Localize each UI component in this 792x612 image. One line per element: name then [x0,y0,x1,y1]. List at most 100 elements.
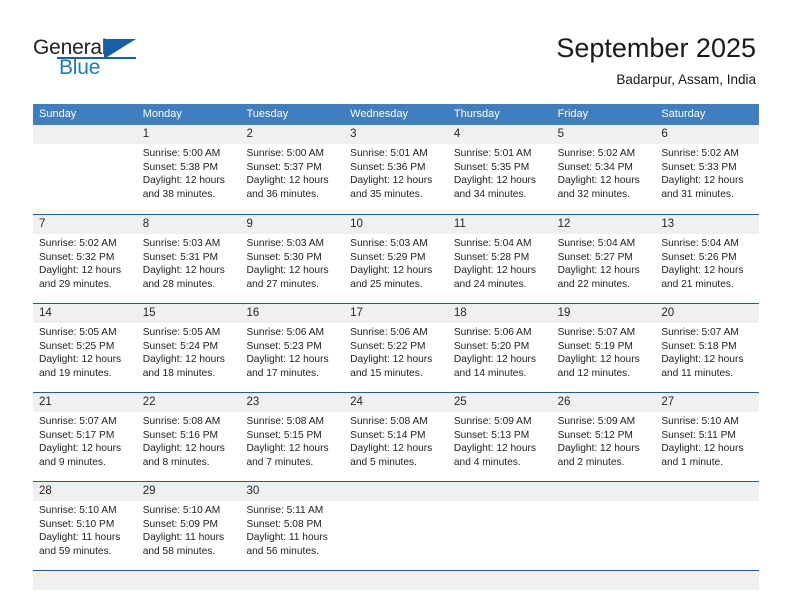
day-detail-line: Sunset: 5:31 PM [142,251,219,263]
day-details: Sunrise: 5:03 AM Sunset: 5:29 PM Daylight:… [344,234,448,291]
calendar-day-cell-14[interactable]: 14 Sunrise: 5:05 AM Sunset: 5:25 PM Dayligh… [33,304,137,392]
day-of-week-header-row: Sunday Monday Tuesday Wednesday Thursday Frid… [33,104,759,125]
calendar-day-cell-empty [447,482,552,570]
calendar-day-cell-19[interactable]: 19 Sunrise: 5:07 AM Sunset: 5:19 PM Dayligh… [551,304,656,392]
day-detail-line: Daylight: 12 hours [39,265,122,277]
day-detail-line: Sunset: 5:10 PM [39,518,115,530]
calendar-day-cell-25[interactable]: 25 Sunrise: 5:09 AM Sunset: 5:13 PM Dayligh… [447,393,552,481]
calendar-day-cell-9[interactable]: 9 Sunrise: 5:03 AM Sunset: 5:30 PM Daylight… [240,215,345,303]
day-number-band: 9 [240,215,345,234]
day-detail-line: Sunrise: 5:08 AM [350,416,428,427]
calendar-day-cell-16[interactable]: 16 Sunrise: 5:06 AM Sunset: 5:23 PM Dayligh… [240,304,345,392]
day-number: 26 [557,396,571,408]
day-detail-line: Daylight: 12 hours [661,354,744,366]
calendar-day-cell-17[interactable]: 17 Sunrise: 5:06 AM Sunset: 5:22 PM Dayligh… [344,304,448,392]
day-detail-line: Sunset: 5:28 PM [453,251,530,263]
general-blue-triangle-logo-icon [104,39,136,59]
day-detail-line: and 17 minutes. [246,367,319,379]
calendar-day-cell-11[interactable]: 11 Sunrise: 5:04 AM Sunset: 5:28 PM Dayligh… [447,215,552,303]
day-details [33,144,137,147]
page-title: September 2025 [556,33,756,63]
calendar-day-cell-4[interactable]: 4 Sunrise: 5:01 AM Sunset: 5:35 PM Daylight… [447,125,552,214]
day-number: 11 [453,218,466,230]
day-details: Sunrise: 5:06 AM Sunset: 5:22 PM Daylight:… [344,323,448,380]
calendar-day-cell-5[interactable]: 5 Sunrise: 5:02 AM Sunset: 5:34 PM Daylight… [551,125,656,214]
day-details: Sunrise: 5:06 AM Sunset: 5:20 PM Daylight:… [448,323,552,380]
calendar-day-cell-2[interactable]: 2 Sunrise: 5:00 AM Sunset: 5:37 PM Daylight… [240,125,345,214]
calendar-day-cell-7[interactable]: 7 Sunrise: 5:02 AM Sunset: 5:32 PM Daylight… [33,215,137,303]
day-detail-line: Sunset: 5:22 PM [350,340,426,352]
day-detail-line: Daylight: 12 hours [557,354,640,366]
calendar-day-cell-15[interactable]: 15 Sunrise: 5:05 AM Sunset: 5:24 PM Dayligh… [136,304,241,392]
day-detail-line: Sunset: 5:38 PM [142,161,219,173]
calendar-day-cell-empty [655,482,760,570]
calendar-day-cell-3[interactable]: 3 Sunrise: 5:01 AM Sunset: 5:36 PM Daylight… [344,125,448,214]
day-detail-line: Daylight: 12 hours [661,265,744,277]
day-number-band: 13 [655,215,760,234]
day-number: 15 [142,307,156,319]
day-detail-line: Sunrise: 5:08 AM [142,416,221,427]
calendar-day-cell-8[interactable]: 8 Sunrise: 5:03 AM Sunset: 5:31 PM Daylight… [136,215,241,303]
calendar-day-cell-24[interactable]: 24 Sunrise: 5:08 AM Sunset: 5:14 PM Dayligh… [344,393,448,481]
calendar-day-cell-1[interactable]: 1 Sunrise: 5:00 AM Sunset: 5:38 PM Daylight… [136,125,241,214]
day-detail-line: and 56 minutes. [246,545,319,557]
calendar-day-cell-6[interactable]: 6 Sunrise: 5:02 AM Sunset: 5:33 PM Daylight… [655,125,760,214]
calendar-week-row: 28 Sunrise: 5:10 AM Sunset: 5:10 PM Dayligh… [33,481,760,570]
day-details [448,501,552,504]
day-detail-line: Sunset: 5:12 PM [557,429,633,441]
day-details: Sunrise: 5:04 AM Sunset: 5:27 PM Daylight:… [552,234,656,291]
calendar-bottom-band [33,571,759,590]
calendar-day-cell-29[interactable]: 29 Sunrise: 5:10 AM Sunset: 5:09 PM Dayligh… [136,482,241,570]
day-detail-line: and 27 minutes. [246,278,319,290]
day-detail-line: Sunset: 5:32 PM [39,251,115,263]
calendar-day-cell-27[interactable]: 27 Sunrise: 5:10 AM Sunset: 5:11 PM Dayligh… [655,393,760,481]
day-details: Sunrise: 5:03 AM Sunset: 5:31 PM Daylight:… [137,234,241,291]
day-details: Sunrise: 5:02 AM Sunset: 5:32 PM Daylight:… [33,234,137,291]
day-detail-line: Sunrise: 5:07 AM [557,327,636,338]
day-detail-line: and 58 minutes. [142,545,216,557]
day-number: 3 [350,128,357,140]
day-detail-line: Sunset: 5:33 PM [661,161,737,173]
day-detail-line: Daylight: 12 hours [39,443,122,455]
day-detail-line: and 25 minutes. [350,278,423,290]
day-number: 17 [350,307,363,319]
day-detail-line: Sunset: 5:11 PM [661,429,736,441]
calendar-day-cell-empty [344,482,448,570]
calendar-day-cell-30[interactable]: 30 Sunrise: 5:11 AM Sunset: 5:08 PM Dayligh… [240,482,345,570]
day-detail-line: Sunrise: 5:06 AM [453,327,532,338]
calendar-day-cell-28[interactable]: 28 Sunrise: 5:10 AM Sunset: 5:10 PM Dayligh… [33,482,137,570]
day-detail-line: Daylight: 11 hours [39,532,121,544]
calendar-day-cell-20[interactable]: 20 Sunrise: 5:07 AM Sunset: 5:18 PM Dayligh… [655,304,760,392]
calendar-day-cell-10[interactable]: 10 Sunrise: 5:03 AM Sunset: 5:29 PM Dayligh… [344,215,448,303]
day-number-band: 20 [655,304,760,323]
calendar-day-cell-13[interactable]: 13 Sunrise: 5:04 AM Sunset: 5:26 PM Dayligh… [655,215,760,303]
day-number-band: 22 [136,393,241,412]
calendar-week-row: 21 Sunrise: 5:07 AM Sunset: 5:17 PM Dayligh… [33,392,760,481]
day-detail-line: and 7 minutes. [246,456,314,468]
day-detail-line: and 8 minutes. [142,456,210,468]
day-detail-line: and 38 minutes. [142,188,216,200]
day-detail-line: Sunrise: 5:03 AM [142,238,221,249]
day-detail-line: Daylight: 12 hours [142,443,225,455]
day-detail-line: Daylight: 12 hours [453,265,536,277]
day-of-week-header-thursday: Thursday [453,108,500,120]
calendar-day-cell-21[interactable]: 21 Sunrise: 5:07 AM Sunset: 5:17 PM Dayligh… [33,393,137,481]
day-details: Sunrise: 5:02 AM Sunset: 5:34 PM Daylight:… [552,144,656,201]
day-number-band: 28 [33,482,137,501]
day-detail-line: Daylight: 12 hours [453,175,536,187]
day-number-band: 26 [551,393,656,412]
day-detail-line: Sunset: 5:24 PM [142,340,219,352]
day-details: Sunrise: 5:10 AM Sunset: 5:11 PM Daylight:… [655,412,759,469]
day-details: Sunrise: 5:04 AM Sunset: 5:26 PM Daylight:… [655,234,759,291]
brand-logo[interactable]: General Blue [33,36,203,84]
calendar-day-cell-12[interactable]: 12 Sunrise: 5:04 AM Sunset: 5:27 PM Dayligh… [551,215,656,303]
calendar-day-cell-22[interactable]: 22 Sunrise: 5:08 AM Sunset: 5:16 PM Dayligh… [136,393,241,481]
day-detail-line: Sunrise: 5:01 AM [350,148,428,159]
calendar-day-cell-18[interactable]: 18 Sunrise: 5:06 AM Sunset: 5:20 PM Dayligh… [447,304,552,392]
calendar-day-cell-23[interactable]: 23 Sunrise: 5:08 AM Sunset: 5:15 PM Dayligh… [240,393,345,481]
day-number-band: 1 [136,125,241,144]
day-number-band [33,125,137,144]
day-details: Sunrise: 5:07 AM Sunset: 5:18 PM Daylight:… [655,323,759,380]
day-number-band: 12 [551,215,656,234]
calendar-day-cell-26[interactable]: 26 Sunrise: 5:09 AM Sunset: 5:12 PM Dayligh… [551,393,656,481]
